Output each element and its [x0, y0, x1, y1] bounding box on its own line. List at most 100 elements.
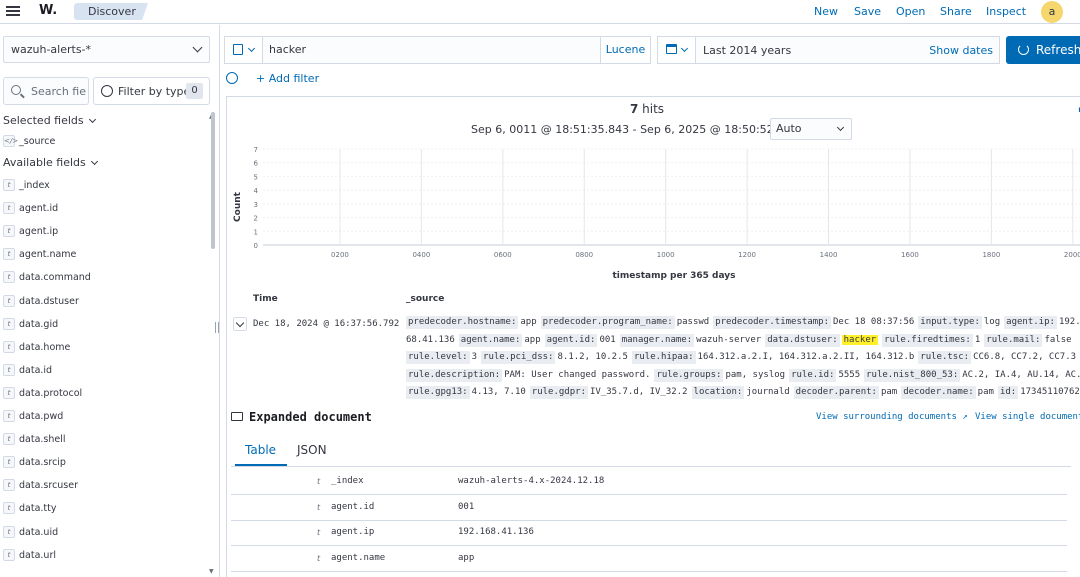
source-key: rule.nist_800_53:	[864, 368, 961, 382]
source-key: rule.hipaa:	[631, 351, 696, 364]
field-name: data.shell	[19, 434, 66, 446]
available-fields-header[interactable]: Available fields	[3, 156, 98, 169]
selected-fields-header[interactable]: Selected fields	[3, 114, 96, 127]
field-search-placeholder: Search fie	[31, 85, 86, 98]
breadcrumb-discover[interactable]: Discover	[74, 3, 148, 20]
user-avatar[interactable]: a	[1041, 1, 1063, 23]
scroll-down-icon[interactable]: ▼	[209, 568, 214, 575]
interval-select[interactable]: Auto	[770, 118, 852, 140]
show-dates-link[interactable]: Show dates	[929, 44, 993, 57]
field-search-input[interactable]: Search fie	[3, 77, 89, 105]
table-row[interactable]: t agent.id 001	[231, 496, 1067, 521]
source-value: pam	[977, 387, 994, 397]
date-range-value[interactable]: Last 2014 years	[703, 44, 791, 57]
source-key: data.dstuser:	[765, 333, 840, 347]
results-panel: 7 hits Sep 6, 0011 @ 18:51:35.843 - Sep …	[226, 96, 1080, 577]
new-link[interactable]: New	[814, 5, 838, 18]
inspect-link[interactable]: Inspect	[986, 5, 1026, 18]
field-item-agent-id[interactable]: t agent.id	[3, 200, 208, 218]
hamburger-menu-icon[interactable]	[6, 4, 20, 18]
field-item-data-shell[interactable]: t data.shell	[3, 431, 208, 449]
calendar-icon	[666, 44, 677, 54]
field-item-index[interactable]: t _index	[3, 177, 208, 195]
field-name: data.protocol	[19, 387, 83, 399]
field-type-icon: t	[317, 528, 321, 537]
table-row[interactable]: t agent.name app	[231, 547, 1067, 572]
source-value: app	[524, 334, 541, 345]
field-item-data-uid[interactable]: t data.uid	[3, 524, 208, 542]
field-name: agent.ip	[19, 226, 59, 238]
column-header-time[interactable]: Time	[253, 294, 278, 304]
string-type-icon: t	[3, 386, 15, 399]
string-type-icon: t	[3, 294, 15, 307]
query-language-button[interactable]: Lucene	[600, 37, 650, 63]
field-item-data-pwd[interactable]: t data.pwd	[3, 408, 208, 426]
field-item-agent-ip[interactable]: t agent.ip	[3, 223, 208, 241]
x-tick-label: 1000	[657, 251, 675, 259]
x-tick-label: 0800	[575, 251, 593, 259]
field-item-source[interactable]: </> _source	[3, 133, 208, 151]
field-name: data.pwd	[19, 411, 64, 422]
source-value: 4.13, 7.10	[471, 387, 526, 397]
index-pattern-label: wazuh-alerts-*	[11, 43, 92, 56]
source-value: false	[1044, 334, 1072, 345]
field-name: data.uid	[19, 526, 59, 538]
table-row[interactable]: t agent.ip 192.168.41.136	[231, 521, 1067, 546]
sidebar-resize-handle[interactable]	[215, 322, 219, 333]
view-surrounding-link[interactable]: View surrounding documents ↗	[816, 412, 968, 422]
field-item-data-command[interactable]: t data.command	[3, 269, 208, 287]
row-expand-button[interactable]	[233, 317, 247, 331]
y-tick-label: 7	[254, 146, 258, 154]
field-item-data-dstuser[interactable]: t data.dstuser	[3, 293, 208, 311]
source-value: hacker	[841, 334, 879, 345]
share-link[interactable]: Share	[940, 5, 972, 18]
filter-options-icon[interactable]	[226, 72, 238, 84]
histogram-y-label: Count	[233, 191, 243, 222]
field-item-data-tty[interactable]: t data.tty	[3, 500, 208, 518]
field-item-data-id[interactable]: t data.id	[3, 362, 208, 380]
index-pattern-select[interactable]: wazuh-alerts-*	[3, 36, 210, 63]
refresh-button[interactable]: Refresh	[1006, 36, 1080, 64]
column-header-source[interactable]: _source	[406, 294, 444, 304]
string-type-icon: t	[3, 317, 15, 330]
source-value: 164.312.a.2.I, 164.312.a.2.II, 164.312.b	[697, 352, 915, 362]
string-type-icon: t	[3, 525, 15, 538]
source-key: rule.gpg13:	[406, 386, 470, 399]
source-value: pam	[880, 387, 898, 397]
time-range-text: Sep 6, 0011 @ 18:51:35.843 - Sep 6, 2025…	[471, 123, 820, 136]
date-quick-menu-button[interactable]	[658, 37, 696, 63]
filter-by-type-button[interactable]: Filter by type 0	[93, 77, 210, 105]
source-line: rule.description: PAM: User changed passw…	[406, 368, 1080, 385]
field-item-data-srcip[interactable]: t data.srcip	[3, 454, 208, 472]
saved-query-button[interactable]	[225, 37, 263, 63]
chevron-down-icon	[836, 123, 845, 132]
table-row[interactable]: t _index wazuh-alerts-4.x-2024.12.18	[231, 470, 1067, 495]
app-logo[interactable]: W.	[39, 3, 57, 18]
field-item-data-gid[interactable]: t data.gid	[3, 316, 208, 334]
chevron-down-icon	[88, 115, 96, 124]
string-type-icon: t	[3, 271, 15, 284]
field-item-agent-name[interactable]: t agent.name	[3, 246, 208, 264]
field-item-data-url[interactable]: t data.url	[3, 547, 208, 565]
string-type-icon: t	[3, 502, 15, 515]
add-filter-link[interactable]: + Add filter	[256, 72, 319, 85]
source-key: rule.gdpr:	[529, 386, 588, 399]
sidebar-scrollbar[interactable]	[211, 112, 215, 249]
field-value: 192.168.41.136	[458, 527, 534, 537]
save-link[interactable]: Save	[854, 5, 881, 18]
field-item-data-protocol[interactable]: t data.protocol	[3, 385, 208, 403]
tab-table[interactable]: Table	[245, 443, 276, 457]
source-value: 3	[471, 352, 478, 362]
doc-tabs: Table JSON	[231, 433, 1071, 467]
chevron-down-icon	[680, 44, 689, 53]
field-item-data-srcuser[interactable]: t data.srcuser	[3, 477, 208, 495]
source-value: 17345110762	[1020, 387, 1080, 397]
query-input[interactable]: hacker	[269, 43, 306, 56]
tab-json[interactable]: JSON	[297, 443, 327, 457]
field-item-data-home[interactable]: t data.home	[3, 339, 208, 357]
source-key: id:	[997, 386, 1019, 399]
view-single-link[interactable]: View single document	[975, 412, 1080, 422]
field-name: data.url	[19, 549, 56, 561]
open-link[interactable]: Open	[896, 5, 925, 18]
y-tick-label: 0	[254, 242, 258, 250]
